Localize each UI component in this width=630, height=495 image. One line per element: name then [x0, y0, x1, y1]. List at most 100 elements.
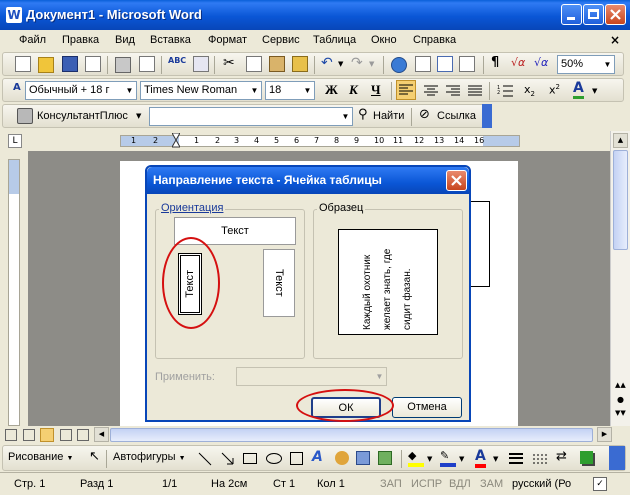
rectangle-icon[interactable]	[243, 453, 257, 464]
research-icon[interactable]	[193, 56, 209, 72]
cancel-button[interactable]: Отмена	[392, 397, 462, 418]
prev-page-icon[interactable]: ▲▲	[615, 381, 626, 389]
status-overtype[interactable]: ЗАМ	[480, 478, 503, 490]
arrow-style-icon[interactable]: ⇄	[556, 449, 567, 464]
align-left-button[interactable]	[396, 80, 416, 100]
underline-button[interactable]: Ч	[371, 82, 381, 98]
format-painter-icon[interactable]	[292, 56, 308, 72]
subscript-icon[interactable]: x2	[524, 83, 535, 98]
equation-alt-icon[interactable]: √α	[534, 56, 548, 69]
menu-insert[interactable]: Вставка	[150, 34, 191, 46]
new-document-icon[interactable]	[15, 56, 31, 72]
permission-icon[interactable]	[85, 56, 101, 72]
print-icon[interactable]	[115, 57, 131, 73]
toolbar-options-icon[interactable]	[609, 446, 625, 470]
scroll-thumb[interactable]	[613, 150, 628, 250]
vertical-scrollbar[interactable]: ▲ ▲▲ ● ▼▼	[610, 131, 630, 426]
spelling-status-icon[interactable]: ✓	[593, 477, 607, 491]
toolbar-options-icon[interactable]	[482, 104, 492, 128]
select-objects-icon[interactable]: ↖	[89, 449, 100, 464]
italic-button[interactable]: К	[349, 82, 358, 98]
zoom-select[interactable]: 50% ▼	[557, 55, 615, 74]
horizontal-scrollbar[interactable]: ◀ ▶	[0, 426, 630, 444]
link-icon[interactable]: ⊘	[419, 107, 430, 122]
menu-table[interactable]: Таблица	[313, 34, 356, 46]
bold-button[interactable]: Ж	[325, 82, 338, 98]
consultant-search-input[interactable]: ▼	[149, 107, 353, 126]
indent-marker-icon[interactable]	[171, 132, 181, 149]
superscript-icon[interactable]: x2	[549, 83, 560, 97]
undo-dropdown-icon[interactable]: ▼	[338, 60, 343, 68]
horizontal-ruler[interactable]: L 1 2 1 2 3 4 5 6 7 8 9 10 11 12 13 14 1…	[0, 131, 610, 151]
columns-icon[interactable]	[459, 56, 475, 72]
status-record[interactable]: ЗАП	[380, 478, 402, 490]
show-formatting-icon[interactable]: ¶	[491, 55, 499, 70]
oval-icon[interactable]	[266, 453, 282, 464]
consultant-dropdown-icon[interactable]: ▼	[136, 112, 141, 120]
size-select[interactable]: 18 ▼	[265, 81, 315, 100]
line-icon[interactable]	[198, 452, 212, 466]
consultant-label[interactable]: КонсультантПлюс	[37, 110, 128, 122]
arrow-icon[interactable]	[221, 452, 235, 466]
line-color-icon[interactable]: ✎	[440, 449, 456, 467]
status-extend[interactable]: ВДЛ	[449, 478, 471, 490]
dialog-close-button[interactable]	[446, 170, 467, 191]
font-color-dropdown-icon[interactable]: ▼	[592, 87, 597, 95]
print-layout-icon[interactable]	[40, 428, 54, 442]
reading-view-icon[interactable]	[77, 429, 89, 441]
find-icon[interactable]: ⚲	[358, 107, 368, 122]
clipart-icon[interactable]	[356, 451, 370, 465]
fill-color-icon[interactable]: ◆	[408, 449, 424, 467]
paste-icon[interactable]	[269, 56, 285, 72]
vertical-ruler[interactable]	[0, 151, 28, 426]
link-button[interactable]: Ссылка	[437, 110, 476, 122]
scroll-right-button[interactable]: ▶	[597, 427, 612, 442]
tables-borders-icon[interactable]	[415, 56, 431, 72]
scroll-left-button[interactable]: ◀	[94, 427, 109, 442]
draw-font-color-dropdown-icon[interactable]: ▼	[493, 455, 498, 463]
fill-color-dropdown-icon[interactable]: ▼	[427, 455, 432, 463]
menu-file[interactable]: Файл	[19, 34, 46, 46]
hyperlink-icon[interactable]	[391, 57, 407, 73]
menu-window[interactable]: Окно	[371, 34, 397, 46]
spelling-icon[interactable]: ABC	[168, 56, 186, 65]
line-color-dropdown-icon[interactable]: ▼	[459, 455, 464, 463]
browse-object-icon[interactable]: ●	[617, 395, 624, 404]
menu-view[interactable]: Вид	[115, 34, 135, 46]
font-select[interactable]: Times New Roman ▼	[140, 81, 262, 100]
draw-font-color-icon[interactable]: A	[475, 448, 486, 468]
next-page-icon[interactable]: ▼▼	[615, 409, 626, 417]
wordart-icon[interactable]: A	[312, 449, 323, 465]
redo-dropdown-icon[interactable]: ▼	[369, 60, 374, 68]
menu-format[interactable]: Формат	[208, 34, 247, 46]
normal-view-icon[interactable]	[5, 429, 17, 441]
diagram-icon[interactable]	[335, 451, 349, 465]
align-right-icon[interactable]	[446, 85, 460, 97]
tab-selector[interactable]: L	[8, 134, 22, 148]
minimize-button[interactable]	[561, 4, 582, 25]
menu-help[interactable]: Справка	[413, 34, 456, 46]
consultant-logo-icon[interactable]	[17, 108, 33, 124]
style-select[interactable]: Обычный + 18 г ▼	[25, 81, 137, 100]
equation-icon[interactable]: √α	[511, 56, 525, 69]
close-document-icon[interactable]: ×	[610, 33, 620, 47]
undo-icon[interactable]: ↶	[321, 55, 333, 71]
menu-edit[interactable]: Правка	[62, 34, 99, 46]
status-track[interactable]: ИСПР	[411, 478, 442, 490]
close-button[interactable]	[605, 4, 626, 25]
outline-view-icon[interactable]	[60, 429, 72, 441]
print-preview-icon[interactable]	[139, 56, 155, 72]
justify-icon[interactable]	[468, 85, 482, 97]
scroll-up-button[interactable]: ▲	[613, 133, 628, 148]
horizontal-scroll-thumb[interactable]	[110, 428, 593, 442]
picture-icon[interactable]	[378, 451, 392, 465]
insert-table-icon[interactable]	[437, 56, 453, 72]
copy-icon[interactable]	[246, 56, 262, 72]
web-view-icon[interactable]	[23, 429, 35, 441]
font-color-icon[interactable]: A	[573, 80, 584, 99]
find-button[interactable]: Найти	[373, 110, 404, 122]
numbered-list-icon[interactable]: 12	[497, 84, 513, 98]
apply-select[interactable]: ▼	[236, 367, 387, 386]
redo-icon[interactable]: ↷	[351, 55, 363, 71]
open-folder-icon[interactable]	[38, 57, 54, 73]
